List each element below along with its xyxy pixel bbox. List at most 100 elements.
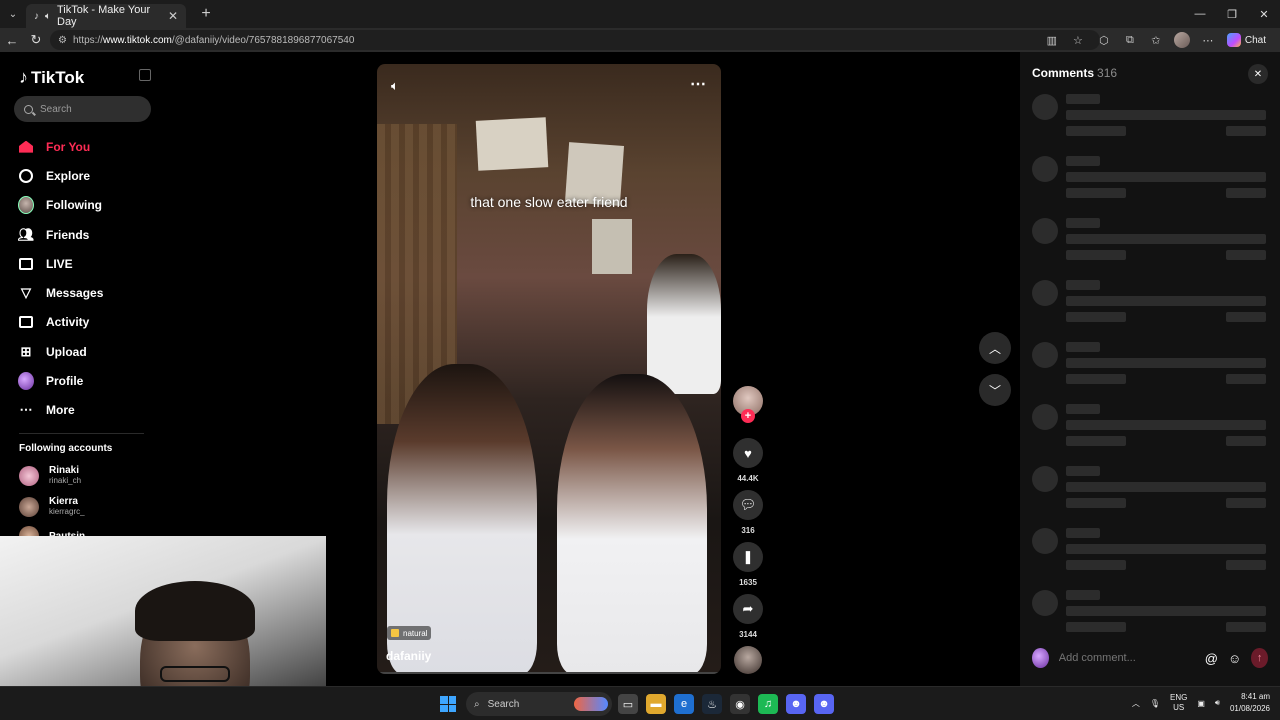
tiktok-page: ♪ TikTok Search For You Explore Followin… xyxy=(0,52,1280,720)
following-account[interactable]: Rinaki rinaki_ch xyxy=(19,465,81,486)
sidebar-search[interactable]: Search xyxy=(14,96,151,122)
minimize-icon[interactable]: — xyxy=(1184,0,1216,28)
file-explorer-icon[interactable]: ▬ xyxy=(646,694,666,714)
comment-skeleton xyxy=(1032,466,1272,510)
music-disc-avatar[interactable] xyxy=(734,646,762,674)
more-options-icon[interactable]: ⋯ xyxy=(1197,29,1219,51)
follow-plus-icon[interactable]: + xyxy=(741,409,755,423)
favorites-icon[interactable]: ✩ xyxy=(1145,29,1167,51)
add-comment-input[interactable] xyxy=(1058,646,1195,670)
speaker-icon[interactable]: 🔈︎ xyxy=(45,11,51,22)
sidebar-item-activity[interactable]: Activity xyxy=(14,308,154,337)
video-author[interactable]: dafaniiy xyxy=(386,649,431,663)
restore-icon[interactable]: ❐ xyxy=(1216,0,1248,28)
comment-skeleton xyxy=(1032,218,1272,262)
sidebar-item-label: Friends xyxy=(46,227,90,242)
sidebar-item-label: Upload xyxy=(46,344,87,359)
ellipsis-icon: ⋯ xyxy=(19,402,33,418)
sidebar-item-following[interactable]: Following xyxy=(14,191,154,220)
sidebar-item-for-you[interactable]: For You xyxy=(14,132,154,161)
volume-icon[interactable]: 🔈︎ xyxy=(391,78,399,94)
account-handle: kierragrc_ xyxy=(49,507,85,516)
tag-icon xyxy=(391,629,399,637)
following-avatar-icon xyxy=(18,196,34,215)
sidebar-item-more[interactable]: ⋯ More xyxy=(14,396,154,425)
sidebar-item-friends[interactable]: 👥︎ Friends xyxy=(14,220,154,249)
microphone-icon[interactable]: 🎙︎ xyxy=(1150,699,1160,708)
language-indicator[interactable]: ENG US xyxy=(1170,693,1187,713)
video-more-icon[interactable]: ⋯ xyxy=(690,74,707,94)
comment-icon[interactable]: 💬︎ xyxy=(733,490,763,520)
task-view-icon[interactable]: ▭ xyxy=(618,694,638,714)
bookmark-icon[interactable]: ❚ xyxy=(733,542,763,572)
show-hidden-icons-icon[interactable]: ︿ xyxy=(1132,698,1140,709)
previous-video-button[interactable]: ︿ xyxy=(979,332,1011,364)
collapse-sidebar-icon[interactable] xyxy=(139,69,151,81)
collections-icon[interactable]: ⧉ xyxy=(1119,29,1141,51)
search-highlight-icon xyxy=(574,697,608,711)
discord-icon[interactable]: ☻ xyxy=(786,694,806,714)
avatar xyxy=(19,465,39,486)
sidebar-nav: For You Explore Following 👥︎ Friends LIV… xyxy=(14,132,154,425)
send-icon: ▽ xyxy=(21,285,31,301)
sidebar-item-label: More xyxy=(46,403,75,418)
tiktok-logo[interactable]: ♪ TikTok xyxy=(19,67,84,88)
video-player[interactable]: 🔈︎ ⋯ that one slow eater friend natural … xyxy=(377,64,721,674)
heart-icon[interactable]: ♥ xyxy=(733,438,763,468)
comment-count: 316 xyxy=(741,526,755,535)
language-code: ENG xyxy=(1170,693,1188,702)
sidebar-item-live[interactable]: LIVE xyxy=(14,249,154,278)
profile-avatar[interactable] xyxy=(1171,29,1193,51)
browser-toolbar: ▥ ☆ ⬡ ⧉ ✩ ⋯ Chat xyxy=(1041,28,1280,52)
share-icon[interactable]: ➦ xyxy=(733,594,763,624)
site-info-icon[interactable]: ⚙︎ xyxy=(58,35,67,46)
logo-text: TikTok xyxy=(31,67,85,87)
sidebar-item-messages[interactable]: ▽ Messages xyxy=(14,278,154,307)
obs-recording-icon[interactable]: ◉ xyxy=(730,694,750,714)
sidebar-item-explore[interactable]: Explore xyxy=(14,161,154,190)
next-video-button[interactable]: ﹀ xyxy=(979,374,1011,406)
browser-tab-active[interactable]: ♪ 🔈︎ TikTok - Make Your Day ✕ xyxy=(26,4,186,28)
plus-box-icon: ⊞ xyxy=(20,343,32,359)
url-field[interactable]: ⚙︎ https://www.tiktok.com/@dafaniiy/vide… xyxy=(50,30,1100,50)
split-screen-icon[interactable]: ▥ xyxy=(1041,29,1063,51)
extensions-icon[interactable]: ⬡ xyxy=(1093,29,1115,51)
emoji-icon[interactable]: ☺ xyxy=(1228,651,1241,666)
creator-avatar[interactable]: + xyxy=(733,386,763,423)
language-region: US xyxy=(1173,703,1185,712)
refresh-button[interactable]: ↻ xyxy=(24,28,48,52)
video-progress-bar[interactable] xyxy=(377,672,721,674)
clock[interactable]: 8:41 am 01/08/2026 xyxy=(1230,691,1270,715)
url-path: /@dafaniiy/video/7657881896877067540 xyxy=(171,34,355,46)
close-comments-button[interactable]: ✕ xyxy=(1248,64,1268,84)
post-comment-button[interactable]: ↑ xyxy=(1251,648,1268,668)
following-account[interactable]: Kierra kierragrc_ xyxy=(19,496,85,517)
compass-icon xyxy=(18,168,34,184)
tab-actions-menu-button[interactable]: ⌄ xyxy=(0,0,26,28)
edge-browser-icon[interactable]: e xyxy=(674,694,694,714)
video-tag[interactable]: natural xyxy=(387,626,432,640)
friends-icon: 👥︎ xyxy=(17,226,35,242)
like-count: 44.4K xyxy=(737,474,759,483)
sidebar-item-upload[interactable]: ⊞ Upload xyxy=(14,337,154,366)
close-tab-icon[interactable]: ✕ xyxy=(168,9,178,23)
windows-start-icon[interactable] xyxy=(440,696,456,712)
back-button[interactable]: ← xyxy=(0,28,24,52)
steam-icon[interactable]: ♨ xyxy=(702,694,722,714)
sidebar-item-label: LIVE xyxy=(46,256,73,271)
sidebar-item-profile[interactable]: Profile xyxy=(14,366,154,395)
spotify-icon[interactable]: ♫ xyxy=(758,694,778,714)
share-action: ➦ 3144 xyxy=(733,594,763,640)
mention-icon[interactable]: @ xyxy=(1205,651,1218,666)
video-actions: + ♥ 44.4K 💬︎ 316 ❚ 1635 ➦ 3144 xyxy=(733,386,763,674)
network-icon[interactable]: ▣ xyxy=(1197,699,1205,708)
favorite-star-icon[interactable]: ☆ xyxy=(1067,29,1089,51)
new-tab-button[interactable]: + xyxy=(194,2,218,26)
copilot-chat-button[interactable]: Chat xyxy=(1223,29,1270,51)
close-window-icon[interactable]: ✕ xyxy=(1248,0,1280,28)
comment-skeleton xyxy=(1032,280,1272,324)
taskbar-search[interactable]: ⌕ Search xyxy=(466,692,612,716)
comment-skeleton xyxy=(1032,94,1272,138)
volume-icon[interactable]: 🔊︎ xyxy=(1215,698,1220,708)
discord-ptb-icon[interactable]: ☻ xyxy=(814,694,834,714)
